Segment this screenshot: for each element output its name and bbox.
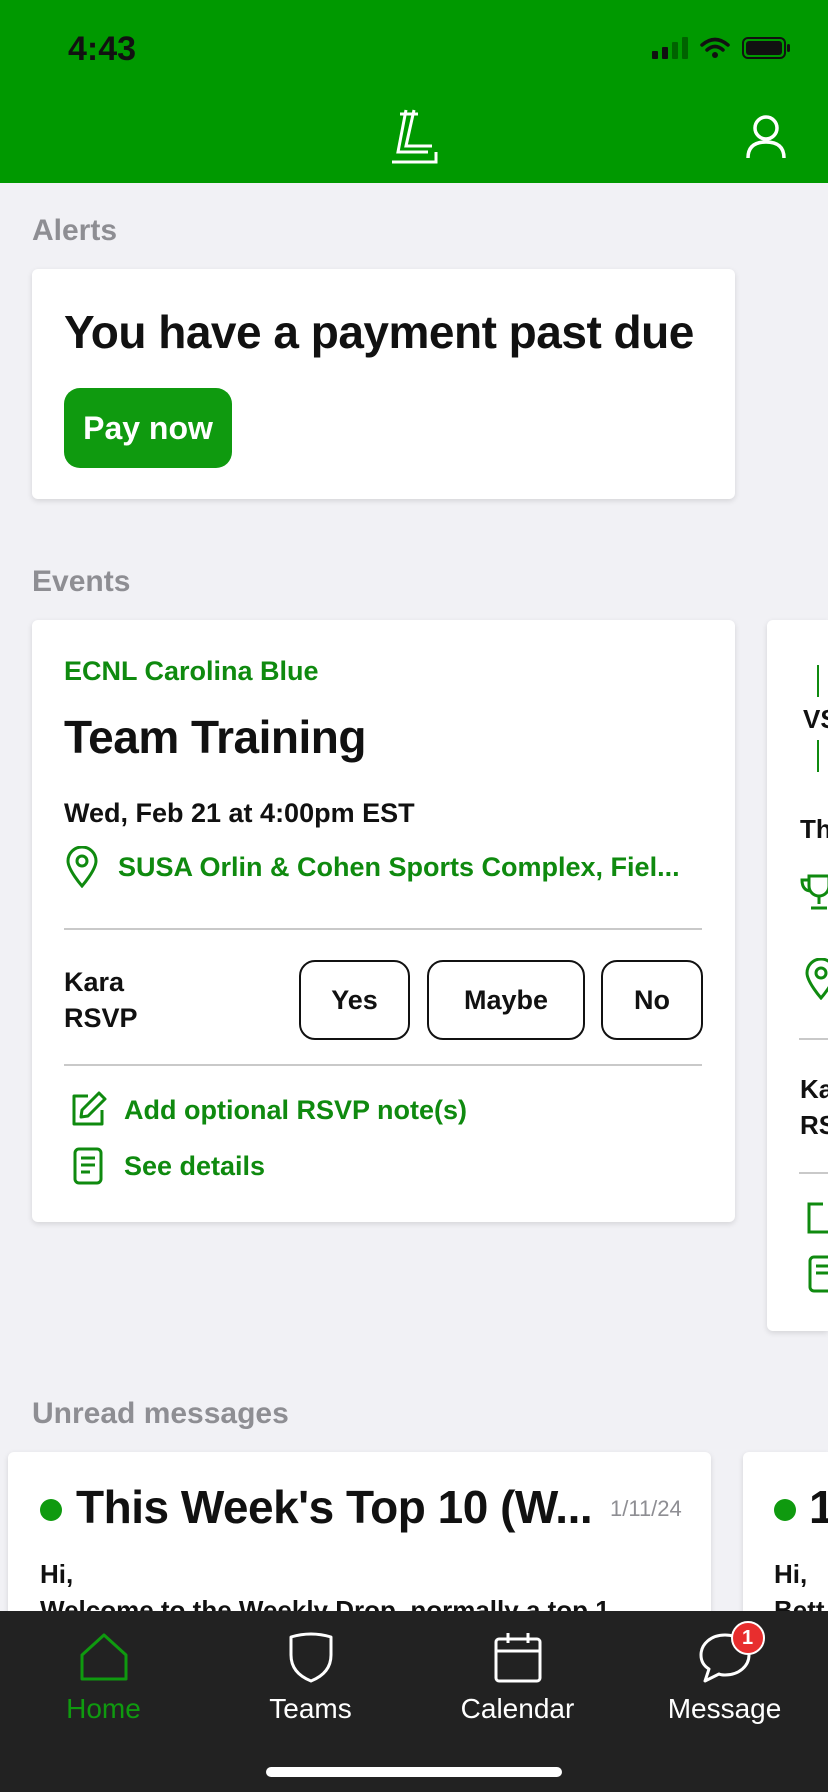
- document-icon: [808, 1255, 828, 1293]
- tab-teams[interactable]: Teams: [207, 1611, 414, 1731]
- message-greeting: Hi,: [774, 1559, 808, 1589]
- rsvp-text: RSVP: [64, 1003, 138, 1033]
- add-rsvp-note-link[interactable]: Add optional RSVP note(s): [68, 1090, 467, 1130]
- tab-teams-label: Teams: [269, 1693, 352, 1724]
- messages-section-label: Unread messages: [32, 1397, 289, 1430]
- message-title: 1: [809, 1481, 828, 1533]
- user-icon[interactable]: [744, 114, 788, 160]
- signal-icon: [652, 37, 688, 59]
- message-title: This Week's Top 10 (W...: [76, 1481, 593, 1533]
- alert-card: You have a payment past due Pay now: [32, 269, 735, 499]
- message-badge: 1: [730, 1621, 765, 1655]
- events-section-label: Events: [32, 565, 131, 598]
- location-pin-icon: [805, 958, 828, 1000]
- trophy-icon: [800, 874, 828, 910]
- divider: [64, 928, 702, 930]
- rsvp-yes-button[interactable]: Yes: [299, 960, 410, 1040]
- rsvp-label: Kara RSVP: [64, 964, 138, 1036]
- tab-message-label: Message: [667, 1693, 782, 1724]
- tab-home[interactable]: Home: [0, 1611, 207, 1731]
- calendar-icon: [494, 1633, 541, 1683]
- pay-now-button[interactable]: Pay now: [64, 388, 232, 468]
- location-pin-icon: [66, 846, 98, 888]
- add-rsvp-note-text: Add optional RSVP note(s): [124, 1094, 467, 1125]
- unread-dot-icon: [774, 1499, 796, 1521]
- shield-icon: [289, 1632, 332, 1683]
- see-details-text: See details: [124, 1150, 266, 1181]
- edit-note-icon: [72, 1091, 107, 1126]
- divider: [817, 740, 819, 772]
- event-title: Team Training: [64, 711, 366, 763]
- home-icon: [80, 1633, 127, 1681]
- app-header: 4:43: [0, 0, 828, 183]
- rsvp-no-button[interactable]: No: [601, 960, 703, 1040]
- unread-dot-icon: [40, 1499, 62, 1521]
- message-date: 1/11/24: [610, 1496, 682, 1521]
- document-icon: [73, 1147, 103, 1185]
- tab-message[interactable]: 1 Message: [621, 1611, 828, 1731]
- divider: [799, 1172, 828, 1174]
- tab-home-label: Home: [66, 1693, 141, 1724]
- alert-title: You have a payment past due: [64, 306, 694, 358]
- rsvp-person-name: Kara: [64, 967, 125, 997]
- tab-calendar[interactable]: Calendar: [414, 1611, 621, 1731]
- divider: [817, 665, 819, 697]
- message-greeting: Hi,: [40, 1559, 74, 1589]
- chat-bubble-icon: 1: [697, 1621, 765, 1685]
- alerts-section-label: Alerts: [32, 214, 118, 247]
- event-card[interactable]: ECNL Carolina Blue Team Training Wed, Fe…: [32, 620, 735, 1222]
- next-rsvp-person-name: Ka: [800, 1074, 828, 1104]
- edit-note-icon: [807, 1202, 828, 1234]
- see-details-link[interactable]: See details: [68, 1146, 265, 1186]
- tab-calendar-label: Calendar: [460, 1693, 575, 1724]
- brand-logo-icon[interactable]: [388, 106, 440, 168]
- divider: [799, 1038, 828, 1040]
- next-rsvp-text: RS: [800, 1110, 828, 1140]
- divider: [64, 1064, 702, 1066]
- wifi-icon: [700, 37, 730, 58]
- next-event-title: Th: [800, 814, 828, 844]
- home-indicator[interactable]: [266, 1767, 562, 1777]
- event-datetime: Wed, Feb 21 at 4:00pm EST: [64, 798, 415, 828]
- event-team-name: ECNL Carolina Blue: [64, 656, 319, 686]
- bottom-tab-bar: Home Teams Calendar 1 Message: [0, 1611, 828, 1792]
- rsvp-maybe-button[interactable]: Maybe: [427, 960, 585, 1040]
- event-location-text: SUSA Orlin & Cohen Sports Complex, Fiel.…: [118, 851, 680, 882]
- status-icons: [652, 36, 792, 60]
- vs-label: VS: [803, 704, 828, 734]
- event-card-next[interactable]: VS Th Ka RS: [767, 620, 828, 1331]
- status-time: 4:43: [68, 30, 137, 68]
- battery-icon: [742, 37, 790, 59]
- event-location[interactable]: SUSA Orlin & Cohen Sports Complex, Fiel.…: [64, 846, 680, 888]
